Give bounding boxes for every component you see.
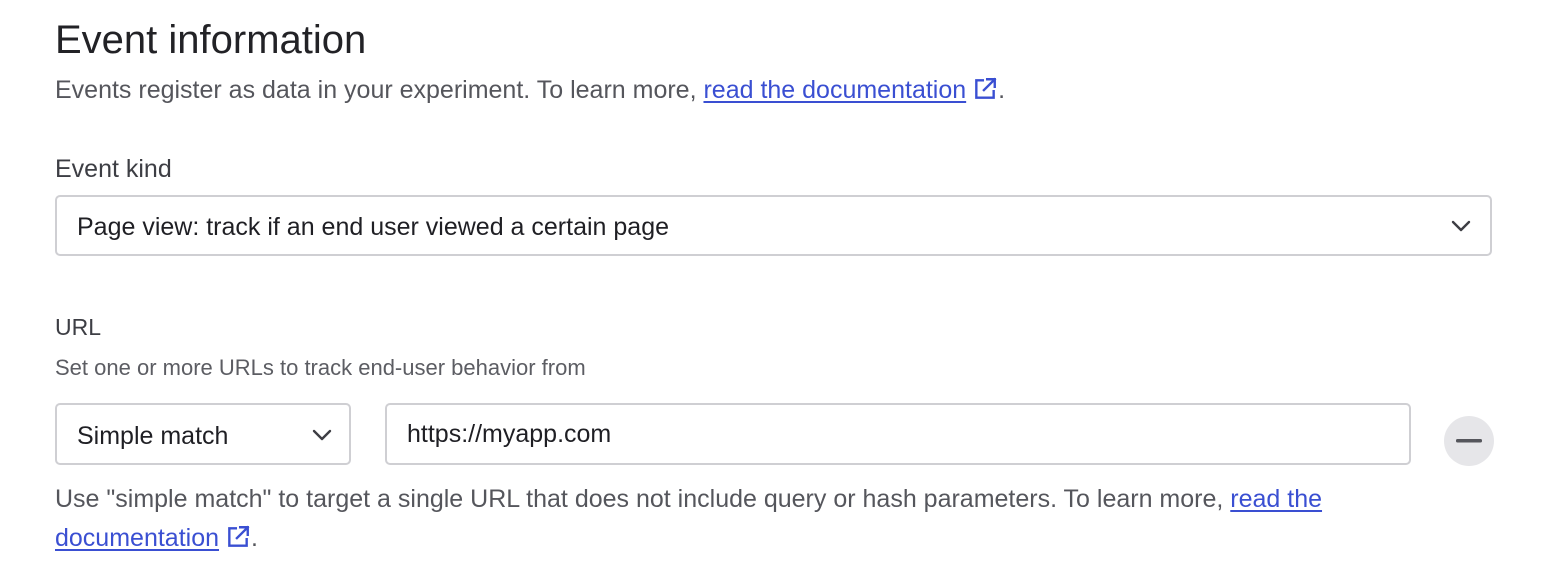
match-type-value: Simple match <box>77 422 229 450</box>
help-period: . <box>251 524 258 552</box>
event-kind-selected-value: Page view: track if an end user viewed a… <box>77 213 670 241</box>
section-title: Event information <box>55 18 367 62</box>
documentation-link[interactable]: read the documentation <box>703 76 966 104</box>
remove-url-button[interactable] <box>1444 416 1494 466</box>
external-link-icon[interactable] <box>972 76 998 109</box>
url-hint: Set one or more URLs to track end-user b… <box>55 355 586 380</box>
url-help-text: Use "simple match" to target a single UR… <box>55 480 1485 562</box>
documentation-link-label: read the documentation <box>703 76 967 104</box>
url-input[interactable] <box>385 403 1411 465</box>
chevron-down-icon <box>1451 217 1471 240</box>
minus-icon <box>1456 439 1482 443</box>
help-text-body: Use "simple match" to target a single UR… <box>55 485 1231 513</box>
external-link-icon[interactable] <box>225 523 251 562</box>
subtitle-text: Events register as data in your experime… <box>55 76 704 104</box>
event-kind-label: Event kind <box>55 155 172 183</box>
match-type-select[interactable]: Simple match <box>55 403 351 465</box>
chevron-down-icon <box>312 426 332 449</box>
section-subtitle: Events register as data in your experime… <box>55 76 1005 109</box>
event-kind-select[interactable]: Page view: track if an end user viewed a… <box>55 195 1492 256</box>
subtitle-period: . <box>998 76 1006 104</box>
url-label: URL <box>55 314 102 340</box>
